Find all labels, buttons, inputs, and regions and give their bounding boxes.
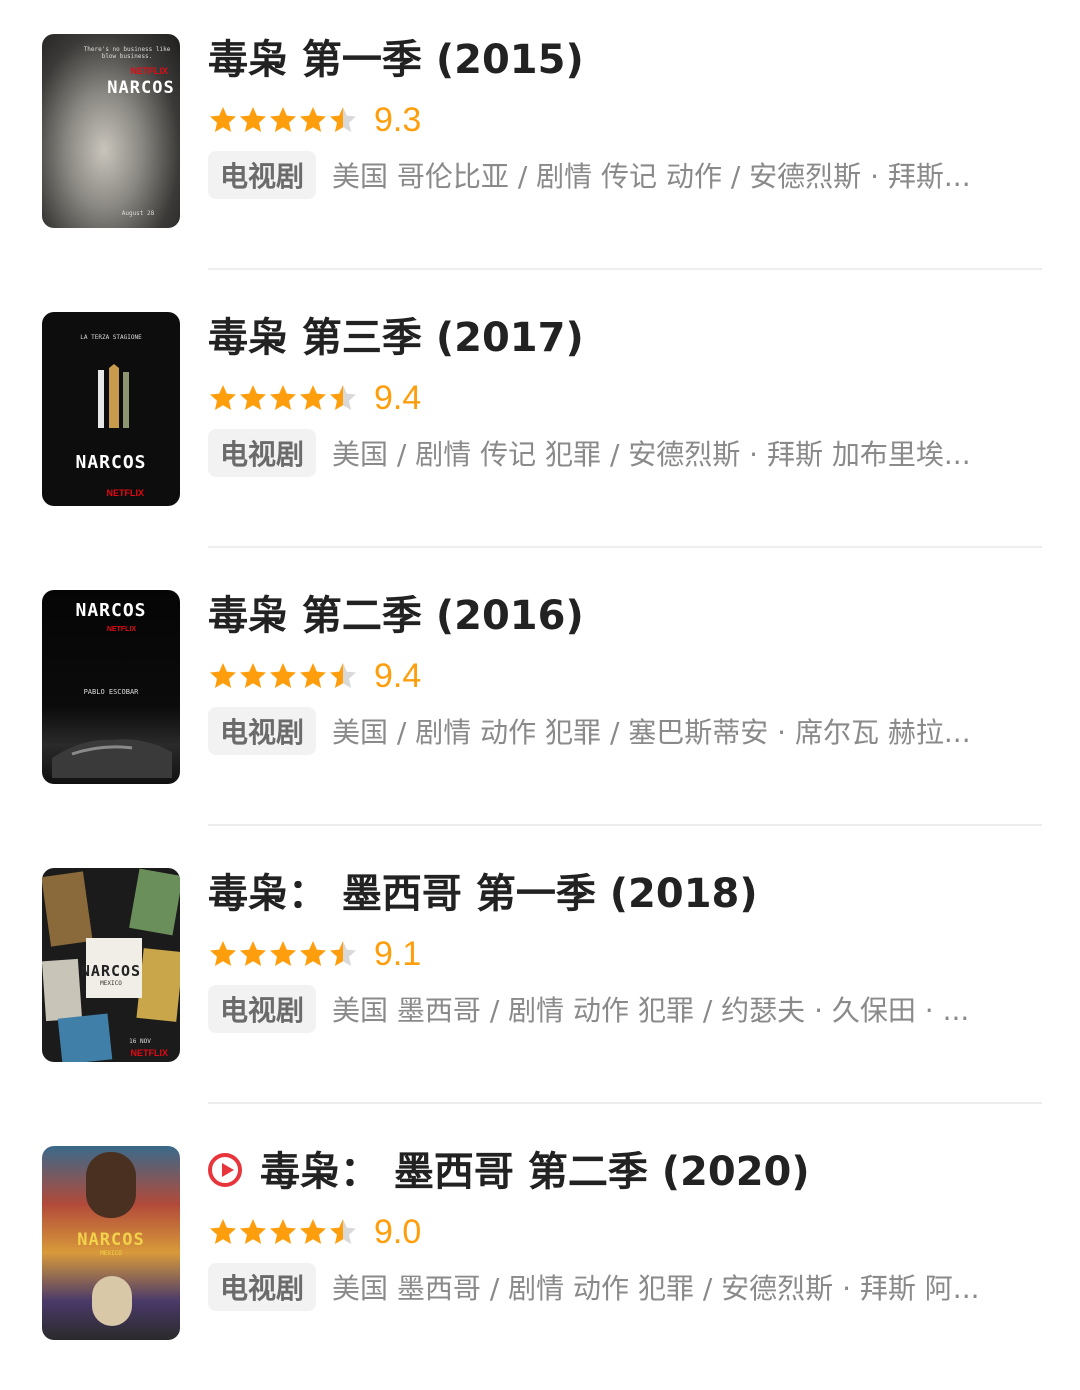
rating: 9.4 [208,656,421,696]
star-icon [270,941,296,966]
item-description: 美国 / 剧情 传记 犯罪 / 安德烈斯 · 拜斯 加布里埃... [332,438,971,471]
item-meta: 电视剧 美国 / 剧情 传记 犯罪 / 安德烈斯 · 拜斯 加布里埃... [208,429,1032,477]
divider [208,1102,1042,1104]
rating: 9.1 [208,934,421,974]
star-icon [300,663,326,688]
list-item[interactable]: NARCOS MEXICO 毒枭： 墨西哥 第二季 (2020) 9.0 电视剧… [0,1112,1080,1390]
type-tag: 电视剧 [208,151,317,199]
rating-score: 9.4 [374,656,422,695]
star-icon [240,107,266,132]
item-meta: 电视剧 美国 哥伦比亚 / 剧情 传记 动作 / 安德烈斯 · 拜斯... [208,151,1032,199]
star-icon [210,1219,236,1244]
list-item[interactable]: LA TERZA STAGIONE NARCOS NETFLIX 毒枭 第三季 … [0,278,1080,556]
item-title[interactable]: 毒枭： 墨西哥 第二季 (2020) [208,1148,810,1196]
rating-score: 9.0 [374,1212,422,1251]
item-description: 美国 墨西哥 / 剧情 动作 犯罪 / 安德烈斯 · 拜斯 阿... [332,1272,980,1305]
star-icon [210,385,236,410]
rating-stars [208,661,358,691]
rating-stars [208,1217,358,1247]
poster-image[interactable]: NARCOS MEXICO [42,1146,180,1340]
type-tag: 电视剧 [208,1263,317,1311]
item-title[interactable]: 毒枭 第二季 (2016) [208,592,584,640]
item-description: 美国 哥伦比亚 / 剧情 传记 动作 / 安德烈斯 · 拜斯... [332,160,971,193]
play-icon[interactable] [208,1153,242,1187]
star-icon [300,385,326,410]
poster-image[interactable]: There's no business like blow business. … [42,34,180,228]
rating-score: 9.3 [374,100,422,139]
star-icon [330,385,356,410]
item-title[interactable]: 毒枭： 墨西哥 第一季 (2018) [208,870,758,918]
divider [208,546,1042,548]
star-icon [300,941,326,966]
rating-stars [208,383,358,413]
list-item[interactable]: There's no business like blow business. … [0,0,1080,278]
poster-image[interactable]: NARCOS NETFLIX PABLO ESCOBAR [42,590,180,784]
rating: 9.0 [208,1212,421,1252]
divider [208,268,1042,270]
item-title[interactable]: 毒枭 第三季 (2017) [208,314,584,362]
type-tag: 电视剧 [208,985,317,1033]
face-illustration [52,739,172,778]
type-tag: 电视剧 [208,429,317,477]
rating-score: 9.4 [374,378,422,417]
star-icon [240,385,266,410]
rating: 9.4 [208,378,421,418]
star-icon [330,107,356,132]
item-meta: 电视剧 美国 墨西哥 / 剧情 动作 犯罪 / 安德烈斯 · 拜斯 阿... [208,1263,1032,1311]
star-icon [210,941,236,966]
rating-score: 9.1 [374,934,422,973]
rating: 9.3 [208,100,421,140]
star-icon [270,663,296,688]
star-icon [270,107,296,132]
star-icon [330,1219,356,1244]
bullet-illustration [98,364,129,428]
star-icon [270,1219,296,1244]
item-meta: 电视剧 美国 墨西哥 / 剧情 动作 犯罪 / 约瑟夫 · 久保田 · ... [208,985,1032,1033]
star-icon [300,107,326,132]
star-icon [330,941,356,966]
item-meta: 电视剧 美国 / 剧情 动作 犯罪 / 塞巴斯蒂安 · 席尔瓦 赫拉... [208,707,1032,755]
star-icon [330,663,356,688]
star-icon [240,941,266,966]
star-icon [270,385,296,410]
star-icon [210,107,236,132]
type-tag: 电视剧 [208,707,317,755]
poster-image[interactable]: LA TERZA STAGIONE NARCOS NETFLIX [42,312,180,506]
divider [208,824,1042,826]
item-description: 美国 墨西哥 / 剧情 动作 犯罪 / 约瑟夫 · 久保田 · ... [332,994,970,1027]
star-icon [210,663,236,688]
rating-stars [208,105,358,135]
item-description: 美国 / 剧情 动作 犯罪 / 塞巴斯蒂安 · 席尔瓦 赫拉... [332,716,971,749]
rating-stars [208,939,358,969]
list-item[interactable]: NARCOS MEXICO 16 NOV NETFLIX 毒枭： 墨西哥 第一季… [0,834,1080,1112]
star-icon [300,1219,326,1244]
star-icon [240,1219,266,1244]
list-item[interactable]: NARCOS NETFLIX PABLO ESCOBAR 毒枭 第二季 (201… [0,556,1080,834]
star-icon [240,663,266,688]
item-title-text: 毒枭： 墨西哥 第二季 (2020) [260,1149,810,1195]
item-title[interactable]: 毒枭 第一季 (2015) [208,36,584,84]
poster-image[interactable]: NARCOS MEXICO 16 NOV NETFLIX [42,868,180,1062]
